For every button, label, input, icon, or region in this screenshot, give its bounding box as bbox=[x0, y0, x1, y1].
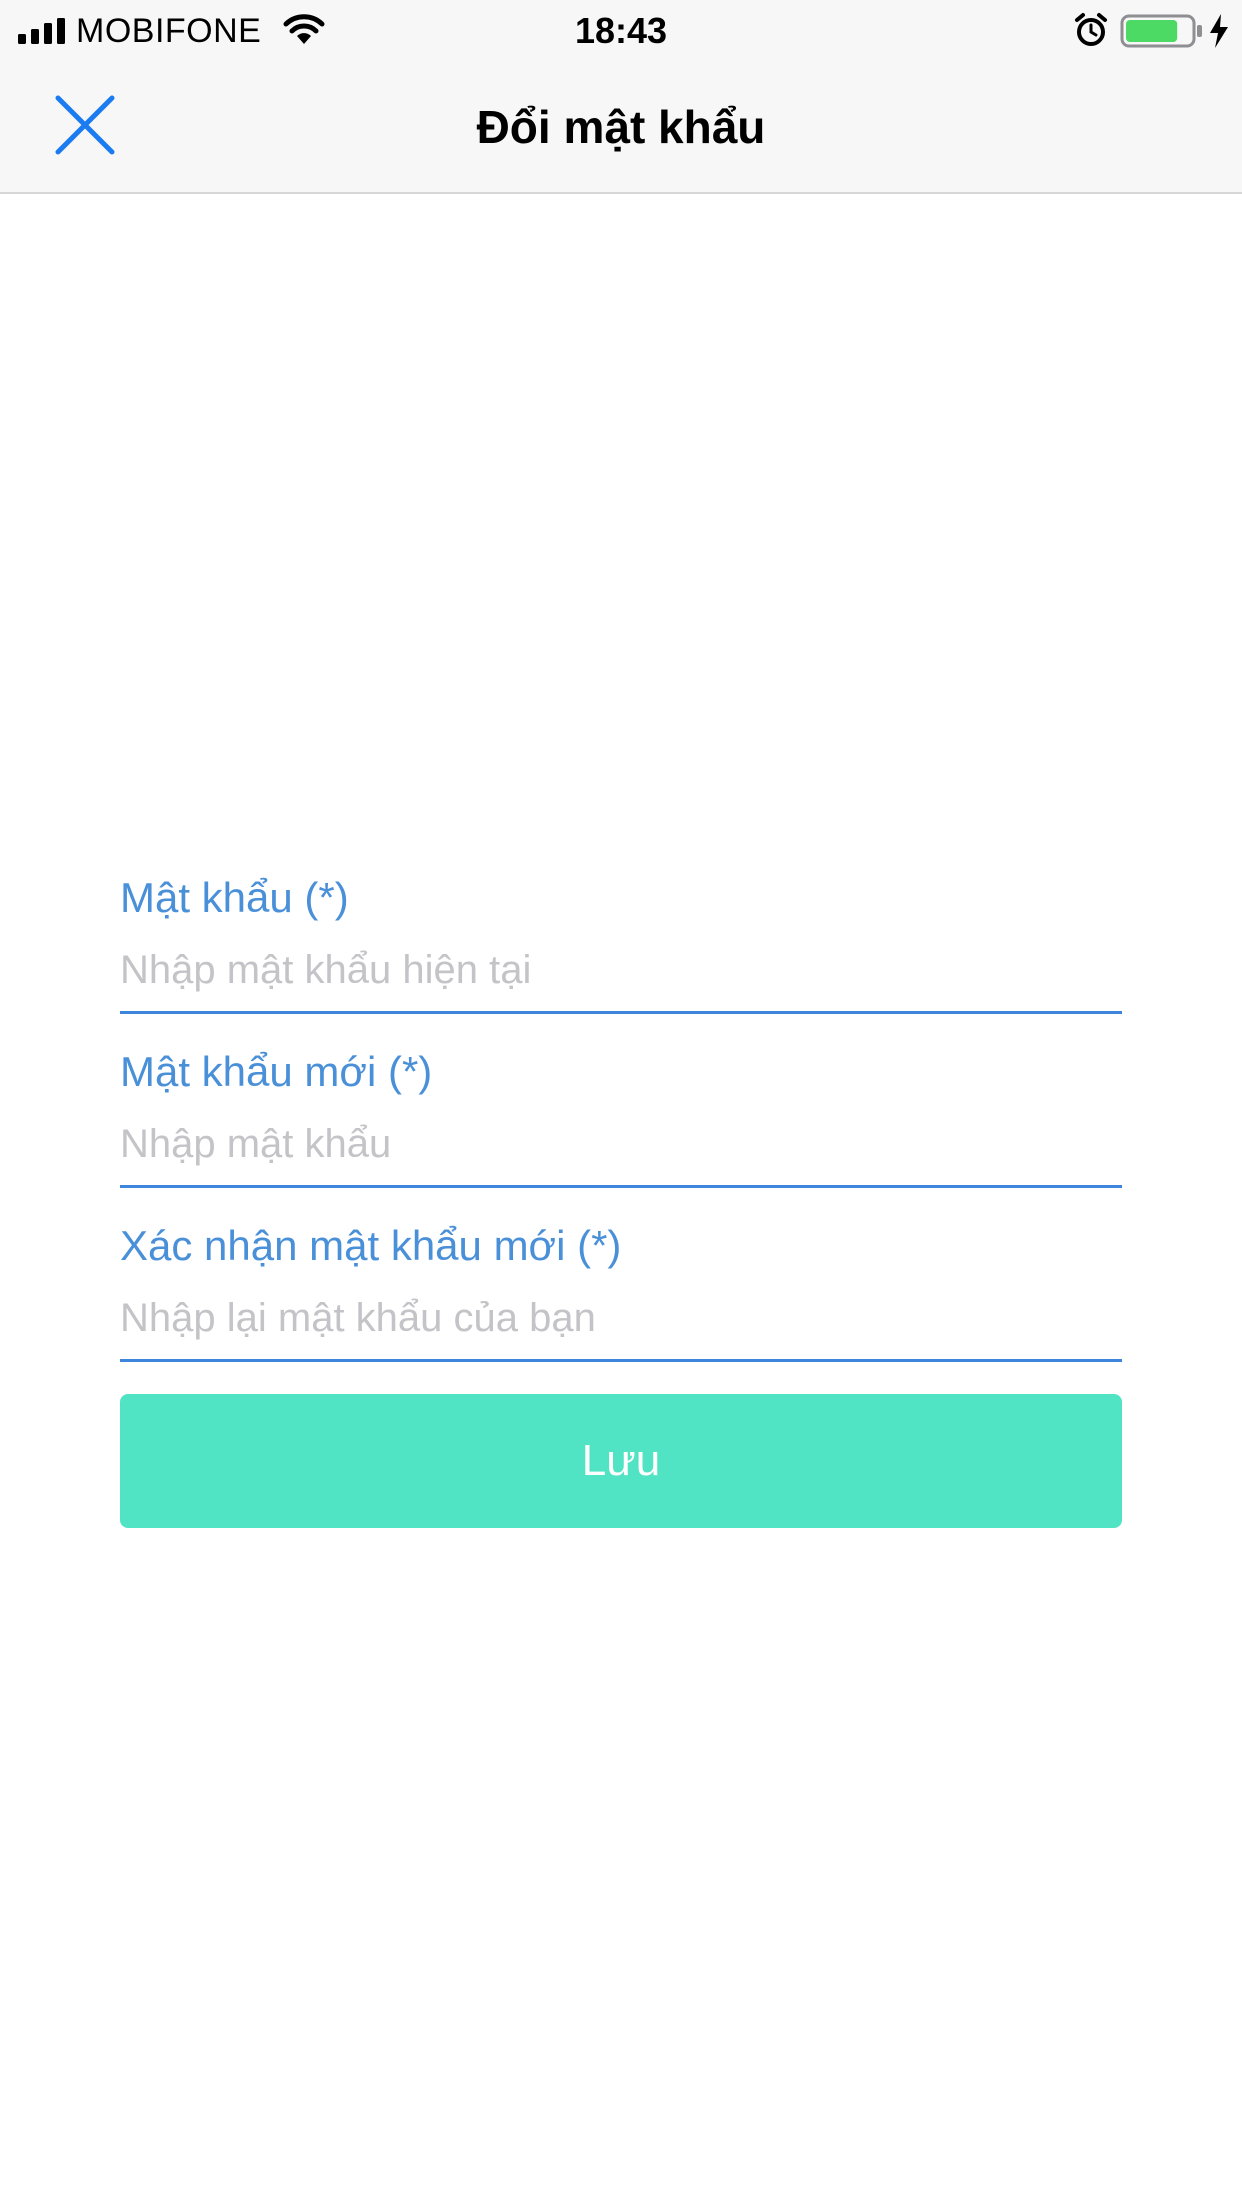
status-bar: MOBIFONE 18:43 bbox=[0, 0, 1242, 62]
save-button-label: Lưu bbox=[581, 1436, 661, 1485]
current-password-input[interactable] bbox=[120, 942, 1122, 998]
battery-icon bbox=[1120, 14, 1202, 48]
new-password-label: Mật khẩu mới (*) bbox=[120, 1048, 433, 1095]
confirm-password-field: Xác nhận mật khẩu mới (*) bbox=[120, 1208, 1122, 1382]
charging-bolt-icon bbox=[1210, 14, 1228, 48]
save-button[interactable]: Lưu bbox=[120, 1394, 1122, 1528]
change-password-form: Mật khẩu (*) Mật khẩu mới (*) Xác nhận m… bbox=[120, 860, 1122, 1382]
confirm-password-label: Xác nhận mật khẩu mới (*) bbox=[120, 1222, 622, 1269]
navigation-bar: Đổi mật khẩu bbox=[0, 62, 1242, 194]
confirm-password-input[interactable] bbox=[120, 1290, 1122, 1346]
confirm-password-underline bbox=[120, 1359, 1122, 1362]
alarm-icon bbox=[1075, 13, 1107, 46]
new-password-input[interactable] bbox=[120, 1116, 1122, 1172]
page-title: Đổi mật khẩu bbox=[476, 101, 766, 153]
status-time: 18:43 bbox=[574, 10, 668, 51]
new-password-field: Mật khẩu mới (*) bbox=[120, 1034, 1122, 1208]
new-password-underline bbox=[120, 1185, 1122, 1188]
current-password-field: Mật khẩu (*) bbox=[120, 860, 1122, 1034]
current-password-underline bbox=[120, 1011, 1122, 1014]
current-password-label: Mật khẩu (*) bbox=[120, 874, 349, 921]
